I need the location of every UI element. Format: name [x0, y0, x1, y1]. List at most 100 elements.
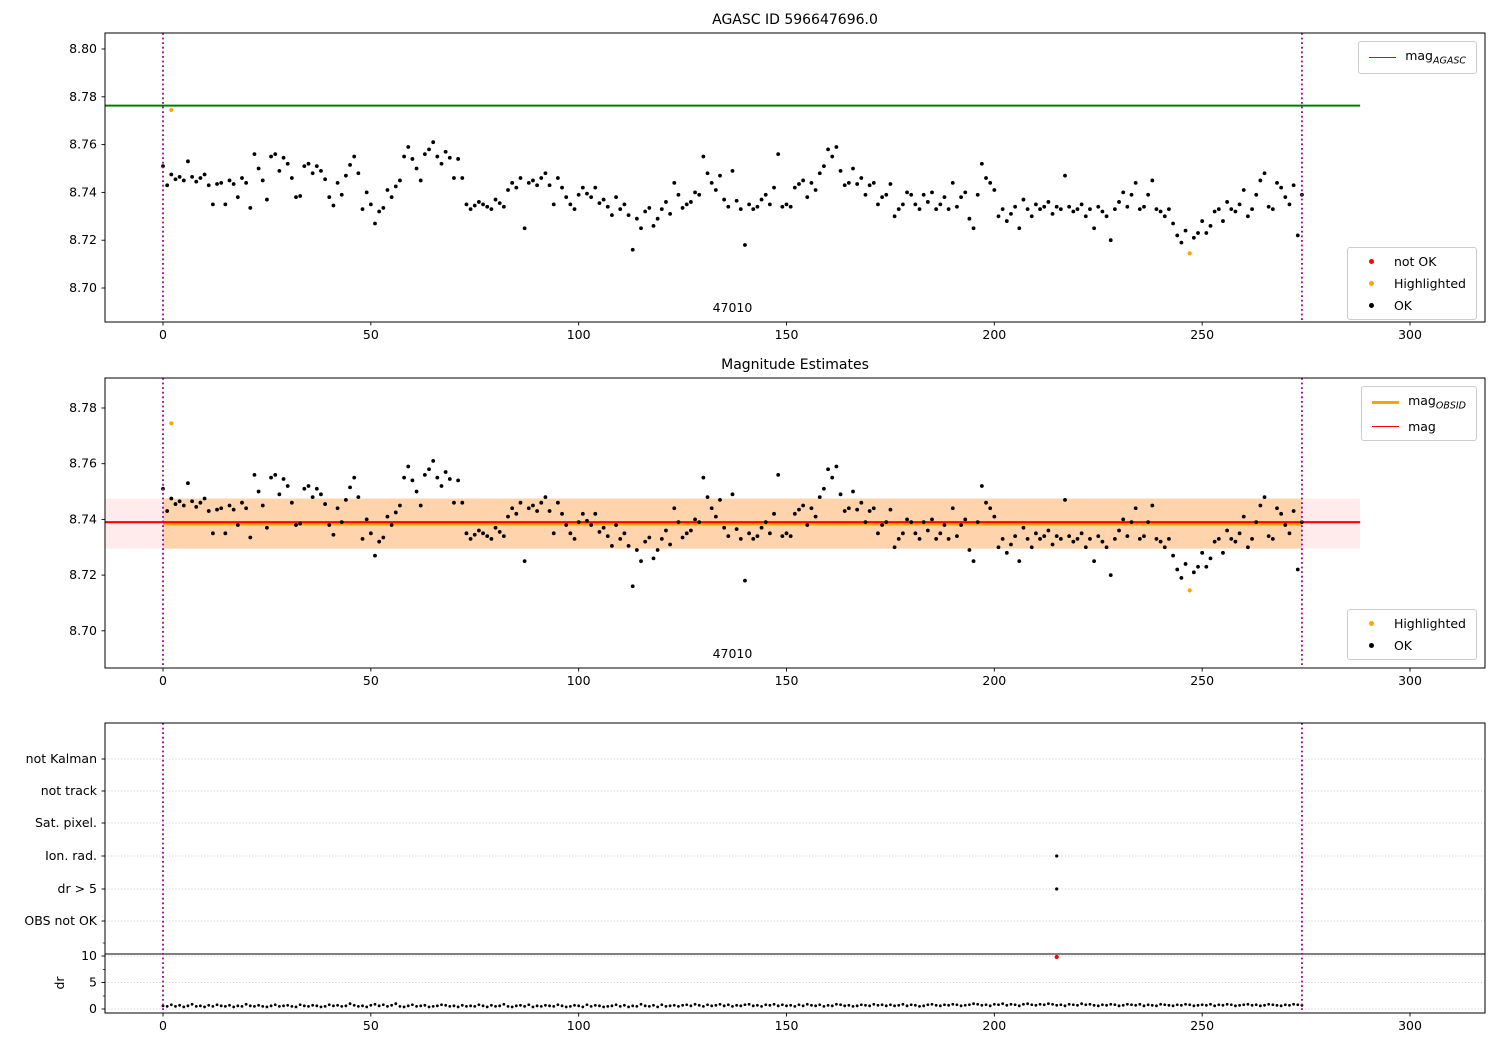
- dr-point: [315, 1004, 319, 1008]
- ok-point: [1133, 180, 1138, 185]
- orange-line-swatch: [1372, 400, 1400, 404]
- ok-point: [1021, 197, 1026, 202]
- ok-point: [950, 506, 955, 511]
- ok-point: [1046, 528, 1051, 533]
- ok-point: [456, 478, 461, 483]
- ok-point: [788, 204, 793, 209]
- flag-row-label: Sat. pixel.: [35, 815, 97, 830]
- dr-point: [560, 1004, 564, 1008]
- dr-point: [1275, 1003, 1279, 1007]
- ok-point: [576, 520, 581, 525]
- ok-point: [975, 520, 980, 525]
- dr-point: [930, 1002, 934, 1006]
- ok-point: [1200, 219, 1205, 223]
- ok-point: [447, 155, 452, 160]
- legend-label: Highlighted: [1393, 276, 1466, 291]
- ok-point: [535, 183, 540, 188]
- ok-point: [1262, 171, 1267, 176]
- dr-point: [1221, 1003, 1225, 1007]
- ok-point: [826, 147, 830, 152]
- ok-point: [539, 500, 544, 505]
- dr-point: [332, 1004, 335, 1008]
- dr-point: [1017, 1004, 1021, 1008]
- ok-point: [572, 207, 577, 212]
- ok-point: [1258, 503, 1263, 508]
- dr-point: [1013, 1003, 1017, 1007]
- ok-point: [414, 166, 419, 171]
- dr-point: [203, 1005, 206, 1009]
- ok-point: [323, 177, 328, 182]
- dr-point: [1046, 1002, 1050, 1006]
- ok-point: [992, 188, 997, 192]
- ok-point: [713, 514, 718, 519]
- ok-point: [310, 495, 315, 500]
- dr-point: [581, 1005, 585, 1009]
- ok-point: [664, 200, 668, 204]
- ok-point: [730, 168, 735, 173]
- ok-point: [809, 180, 814, 185]
- ok-point: [1254, 192, 1259, 197]
- ok-point: [497, 530, 502, 534]
- ok-point: [900, 531, 905, 536]
- ok-point: [738, 207, 743, 212]
- ok-point: [813, 514, 818, 519]
- ok-point: [493, 197, 498, 202]
- dr-point: [178, 1003, 182, 1007]
- highlighted-point: [169, 107, 174, 113]
- ok-point: [468, 536, 473, 541]
- ok-point: [547, 183, 552, 188]
- ok-point: [1245, 214, 1250, 219]
- ok-point: [1208, 556, 1213, 561]
- legend-item-ok: OK: [1358, 638, 1466, 653]
- dr-point: [564, 1005, 568, 1009]
- ok-point: [1029, 214, 1034, 219]
- ok-point: [664, 528, 668, 533]
- ok-point: [1171, 221, 1175, 226]
- ok-point: [1287, 531, 1292, 536]
- plot-frame: [104, 722, 1486, 1014]
- dr-point: [327, 1003, 331, 1007]
- ok-point: [323, 502, 328, 506]
- ok-point: [210, 531, 215, 536]
- ok-point: [772, 185, 776, 190]
- ok-point: [269, 154, 273, 159]
- dr-point: [693, 1002, 697, 1006]
- ok-point: [859, 176, 864, 180]
- flag-row-label: dr > 5: [58, 881, 97, 896]
- ok-point: [314, 486, 319, 491]
- ok-point: [481, 202, 485, 207]
- dr-point: [1088, 1002, 1092, 1006]
- ok-point: [468, 207, 473, 212]
- ok-point: [1058, 536, 1063, 541]
- ok-point: [738, 536, 743, 541]
- ok-point: [1063, 173, 1067, 178]
- dr-point: [884, 1004, 888, 1008]
- dr-point: [585, 1003, 589, 1007]
- ok-point: [165, 509, 170, 513]
- dr-point: [1125, 1002, 1129, 1006]
- ok-point: [526, 180, 531, 185]
- ok-point: [281, 477, 286, 481]
- ok-point: [460, 500, 465, 505]
- y-tick-label: 8.78: [69, 89, 97, 104]
- dr-point: [182, 1005, 186, 1009]
- ok-point: [938, 202, 943, 207]
- ok-point: [1067, 204, 1072, 209]
- dr-point: [880, 1003, 884, 1007]
- ok-point: [1262, 495, 1267, 500]
- ok-point: [1291, 509, 1296, 513]
- legend-item-mag-agasc: magAGASC: [1369, 48, 1466, 67]
- green-line-swatch: [1369, 56, 1397, 58]
- legend-item-ok: OK: [1358, 298, 1466, 313]
- dr-point: [394, 1002, 398, 1006]
- x-tick-label: 200: [982, 673, 1006, 688]
- dr-point: [685, 1003, 689, 1007]
- dr-point: [1042, 1003, 1046, 1007]
- ok-point: [173, 502, 178, 506]
- dr-point: [1001, 1002, 1005, 1006]
- black-dot-swatch: [1358, 643, 1385, 648]
- ok-point: [1025, 536, 1030, 541]
- dr-point: [1055, 1003, 1059, 1007]
- dr-point: [1109, 1002, 1113, 1006]
- ok-point: [169, 172, 174, 177]
